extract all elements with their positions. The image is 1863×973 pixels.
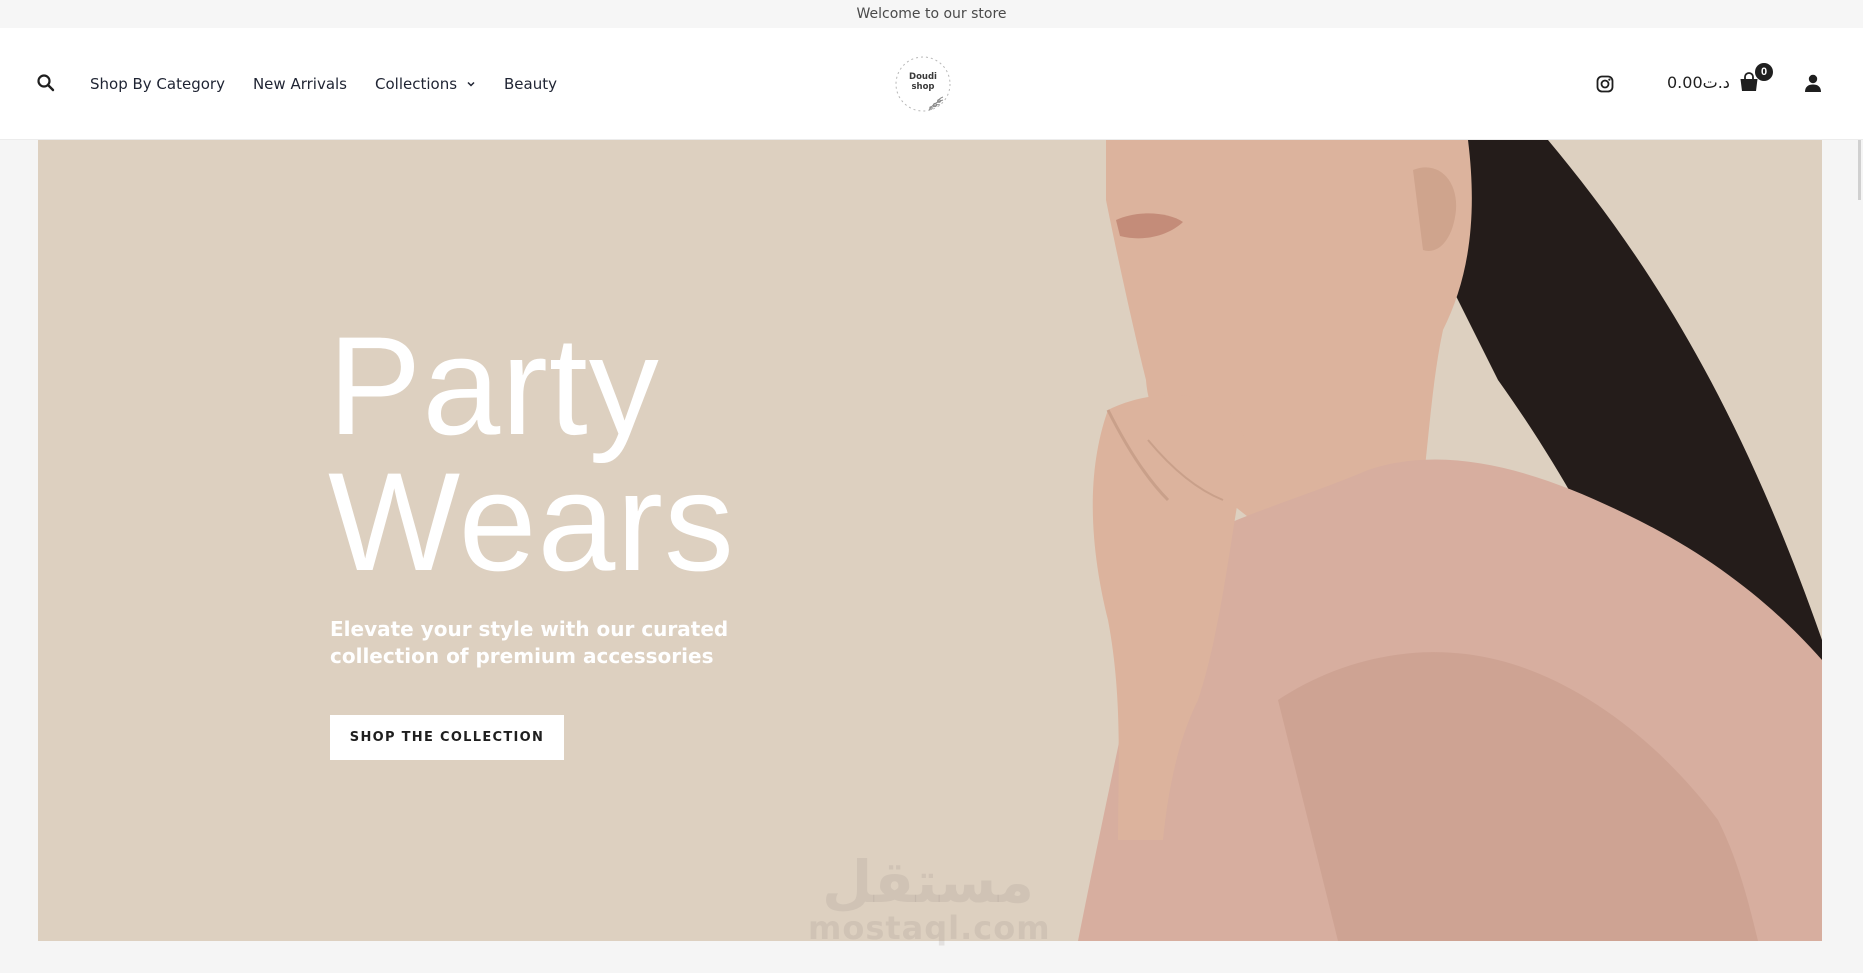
nav-label: Shop By Category <box>90 74 225 93</box>
cart-count-badge: 0 <box>1755 63 1773 81</box>
scrollbar-thumb[interactable] <box>1858 140 1861 200</box>
logo-text: Doudi shop <box>909 72 937 92</box>
nav-label: Collections <box>375 74 458 93</box>
shop-collection-button[interactable]: SHOP THE COLLECTION <box>330 715 564 760</box>
watermark-arabic: مستقل <box>821 848 1035 916</box>
hero-title: Party Wears <box>328 307 735 600</box>
hero-model-image <box>1078 140 1822 941</box>
store-logo[interactable]: Doudi shop <box>893 54 953 114</box>
nav-shop-by-category[interactable]: Shop By Category <box>90 75 225 93</box>
watermark: مستقل mostaql.com <box>808 848 1051 947</box>
announcement-text: Welcome to our store <box>856 6 1007 22</box>
instagram-icon[interactable] <box>1596 75 1614 93</box>
user-icon[interactable] <box>1803 73 1823 93</box>
site-header: Shop By Category New Arrivals Collection… <box>0 28 1863 140</box>
nav-collections[interactable]: Collections <box>375 75 476 93</box>
chevron-down-icon <box>467 81 475 87</box>
nav-label: New Arrivals <box>252 74 347 93</box>
search-icon[interactable] <box>36 73 56 93</box>
announcement-bar: Welcome to our store <box>0 0 1863 28</box>
main-nav: Shop By Category New Arrivals Collection… <box>90 28 557 139</box>
nav-new-arrivals[interactable]: New Arrivals <box>253 75 347 93</box>
hero-banner: Party Wears Elevate your style with our … <box>38 140 1822 941</box>
hero-subtitle: Elevate your style with our curated coll… <box>330 617 729 668</box>
hero-title-line-2: Wears <box>328 443 735 600</box>
nav-beauty[interactable]: Beauty <box>504 75 557 93</box>
watermark-latin: mostaql.com <box>808 909 1051 947</box>
cart-total[interactable]: 0.00د.ت <box>1667 73 1730 92</box>
hero-title-line-1: Party <box>328 307 660 464</box>
nav-label: Beauty <box>504 74 557 93</box>
